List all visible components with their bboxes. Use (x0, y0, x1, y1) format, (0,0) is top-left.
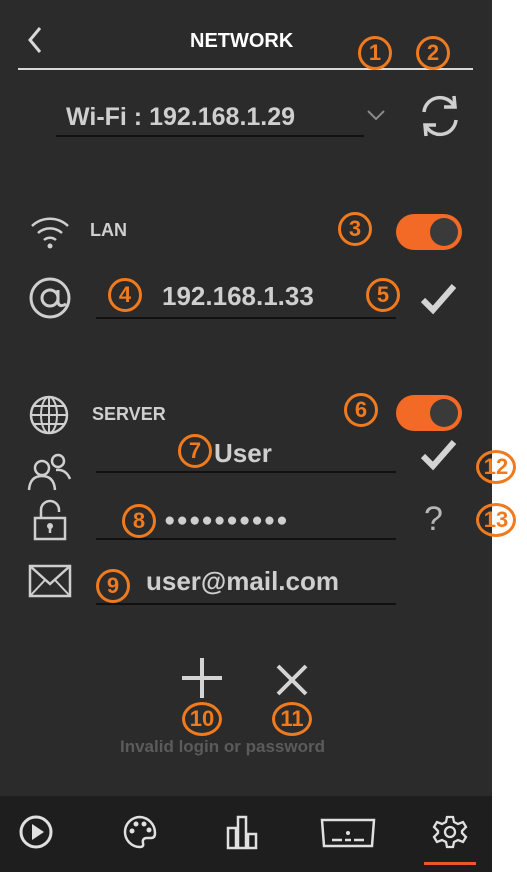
check-icon (420, 440, 457, 471)
equalizer-icon (226, 815, 258, 850)
at-sign-icon (26, 274, 74, 322)
network-settings-panel: NETWORK Wi-Fi : 192.168.1.29 LAN 192.168… (0, 0, 492, 872)
nav-active-indicator (424, 862, 476, 865)
settings-icon (432, 815, 468, 849)
email-input[interactable]: user@mail.com (146, 566, 339, 597)
password-help-button[interactable]: ? (424, 500, 443, 539)
nav-settings[interactable] (428, 810, 472, 854)
server-toggle-knob (430, 399, 458, 427)
callout-6: 6 (344, 393, 378, 427)
palette-icon (123, 815, 157, 849)
bottom-navigation (0, 796, 492, 872)
callout-12: 12 (476, 450, 516, 484)
header-divider (18, 68, 473, 70)
lan-confirm-button[interactable] (418, 278, 458, 318)
callout-5: 5 (366, 278, 400, 312)
lan-label: LAN (90, 220, 127, 240)
back-button[interactable] (20, 22, 52, 58)
remove-account-button[interactable] (272, 660, 312, 700)
callout-13: 13 (476, 503, 516, 537)
chevron-down-icon (367, 110, 385, 121)
callout-11: 11 (272, 702, 312, 736)
callout-10: 10 (182, 702, 222, 736)
lan-ip-underline (96, 317, 396, 319)
display-icon (320, 818, 376, 848)
callout-8: 8 (122, 504, 156, 538)
chevron-left-icon (28, 27, 42, 53)
login-confirm-button[interactable] (418, 434, 458, 474)
wifi-dropdown-button[interactable] (363, 102, 389, 128)
users-icon (26, 452, 76, 492)
play-icon (19, 815, 53, 849)
wifi-icon (28, 210, 72, 250)
refresh-icon (422, 95, 458, 137)
login-error-message: Invalid login or password (120, 737, 325, 756)
check-icon (420, 284, 457, 315)
password-underline (96, 538, 396, 540)
lan-toggle-knob (430, 218, 458, 246)
nav-palette[interactable] (118, 810, 162, 854)
username-underline (96, 471, 396, 473)
callout-9: 9 (96, 569, 130, 603)
callout-2: 2 (416, 36, 450, 70)
email-underline (96, 603, 396, 605)
globe-icon (28, 394, 70, 436)
close-icon (276, 664, 308, 696)
username-input[interactable]: User (214, 438, 272, 469)
page-title: NETWORK (190, 30, 294, 52)
callout-3: 3 (338, 212, 372, 246)
plus-icon (182, 658, 222, 698)
lan-toggle[interactable] (396, 214, 462, 250)
callout-4: 4 (108, 278, 142, 312)
lock-icon (32, 498, 68, 542)
wifi-select[interactable]: Wi-Fi : 192.168.1.29 (66, 103, 295, 132)
lan-ip-input[interactable]: 192.168.1.33 (162, 281, 314, 312)
server-toggle[interactable] (396, 395, 462, 431)
wifi-underline (56, 135, 364, 137)
refresh-button[interactable] (414, 90, 466, 142)
add-account-button[interactable] (180, 656, 224, 700)
server-label: SERVER (92, 404, 166, 424)
mail-icon (28, 564, 72, 598)
callout-7: 7 (178, 434, 212, 468)
nav-play[interactable] (14, 810, 58, 854)
callout-1: 1 (358, 36, 392, 70)
nav-equalizer[interactable] (220, 810, 264, 854)
password-input[interactable]: ●●●●●●●●●● (164, 510, 289, 532)
nav-display[interactable] (318, 810, 378, 854)
